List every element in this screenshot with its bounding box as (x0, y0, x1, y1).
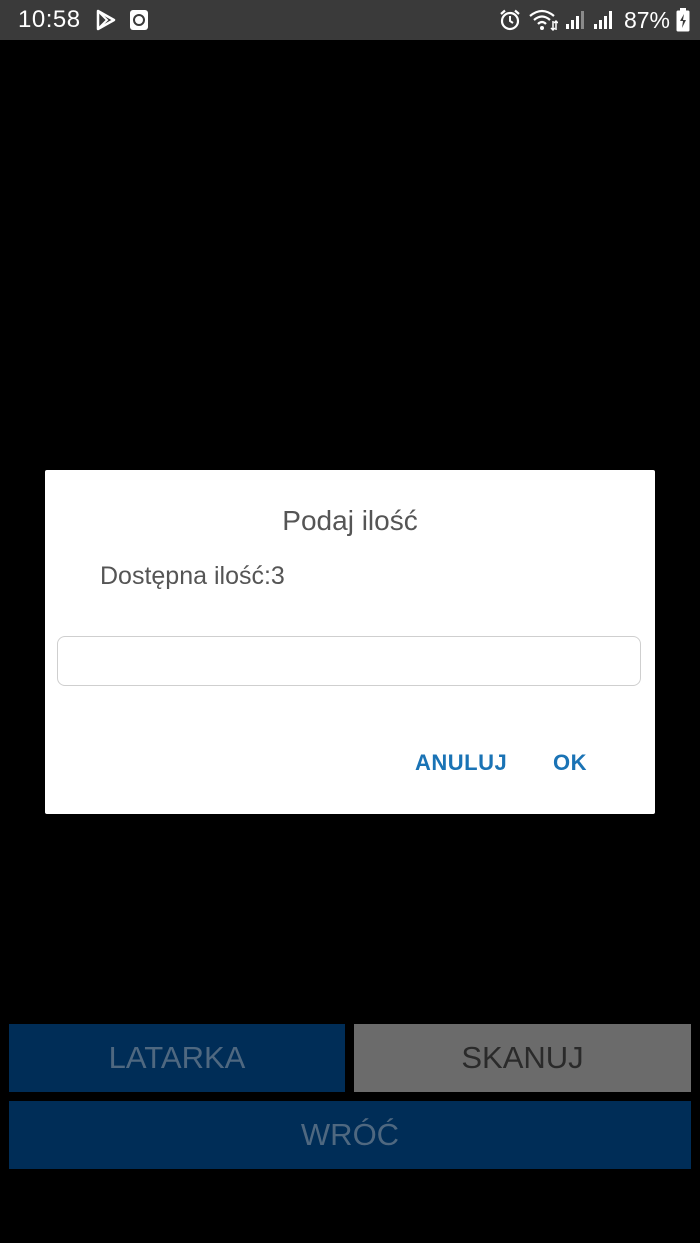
status-bar: 10:58 87% (0, 0, 700, 40)
screen: 10:58 87% Podaj ilość Dostępna ilość:3 A… (0, 0, 700, 1243)
quantity-dialog: Podaj ilość Dostępna ilość:3 ANULUJ OK (45, 470, 655, 814)
flashlight-button[interactable]: LATARKA (9, 1024, 345, 1092)
signal-icon-2 (592, 9, 614, 31)
alarm-icon (498, 8, 522, 32)
screen-record-icon (129, 9, 149, 31)
play-store-icon (95, 9, 117, 31)
available-quantity-text: Dostępna ilość:3 (100, 562, 285, 590)
status-time: 10:58 (18, 6, 81, 33)
status-system-icons: 87% (498, 7, 690, 34)
quantity-input[interactable] (57, 636, 641, 686)
back-button[interactable]: WRÓĆ (9, 1101, 691, 1169)
signal-icon (564, 9, 586, 31)
battery-charging-icon (676, 8, 690, 32)
scan-button[interactable]: SKANUJ (354, 1024, 691, 1092)
wifi-icon (528, 8, 558, 32)
dialog-title: Podaj ilość (282, 505, 418, 536)
battery-percentage: 87% (623, 6, 670, 33)
cancel-button[interactable]: ANULUJ (415, 750, 507, 776)
ok-button[interactable]: OK (553, 750, 587, 776)
status-notification-icons (95, 9, 149, 31)
